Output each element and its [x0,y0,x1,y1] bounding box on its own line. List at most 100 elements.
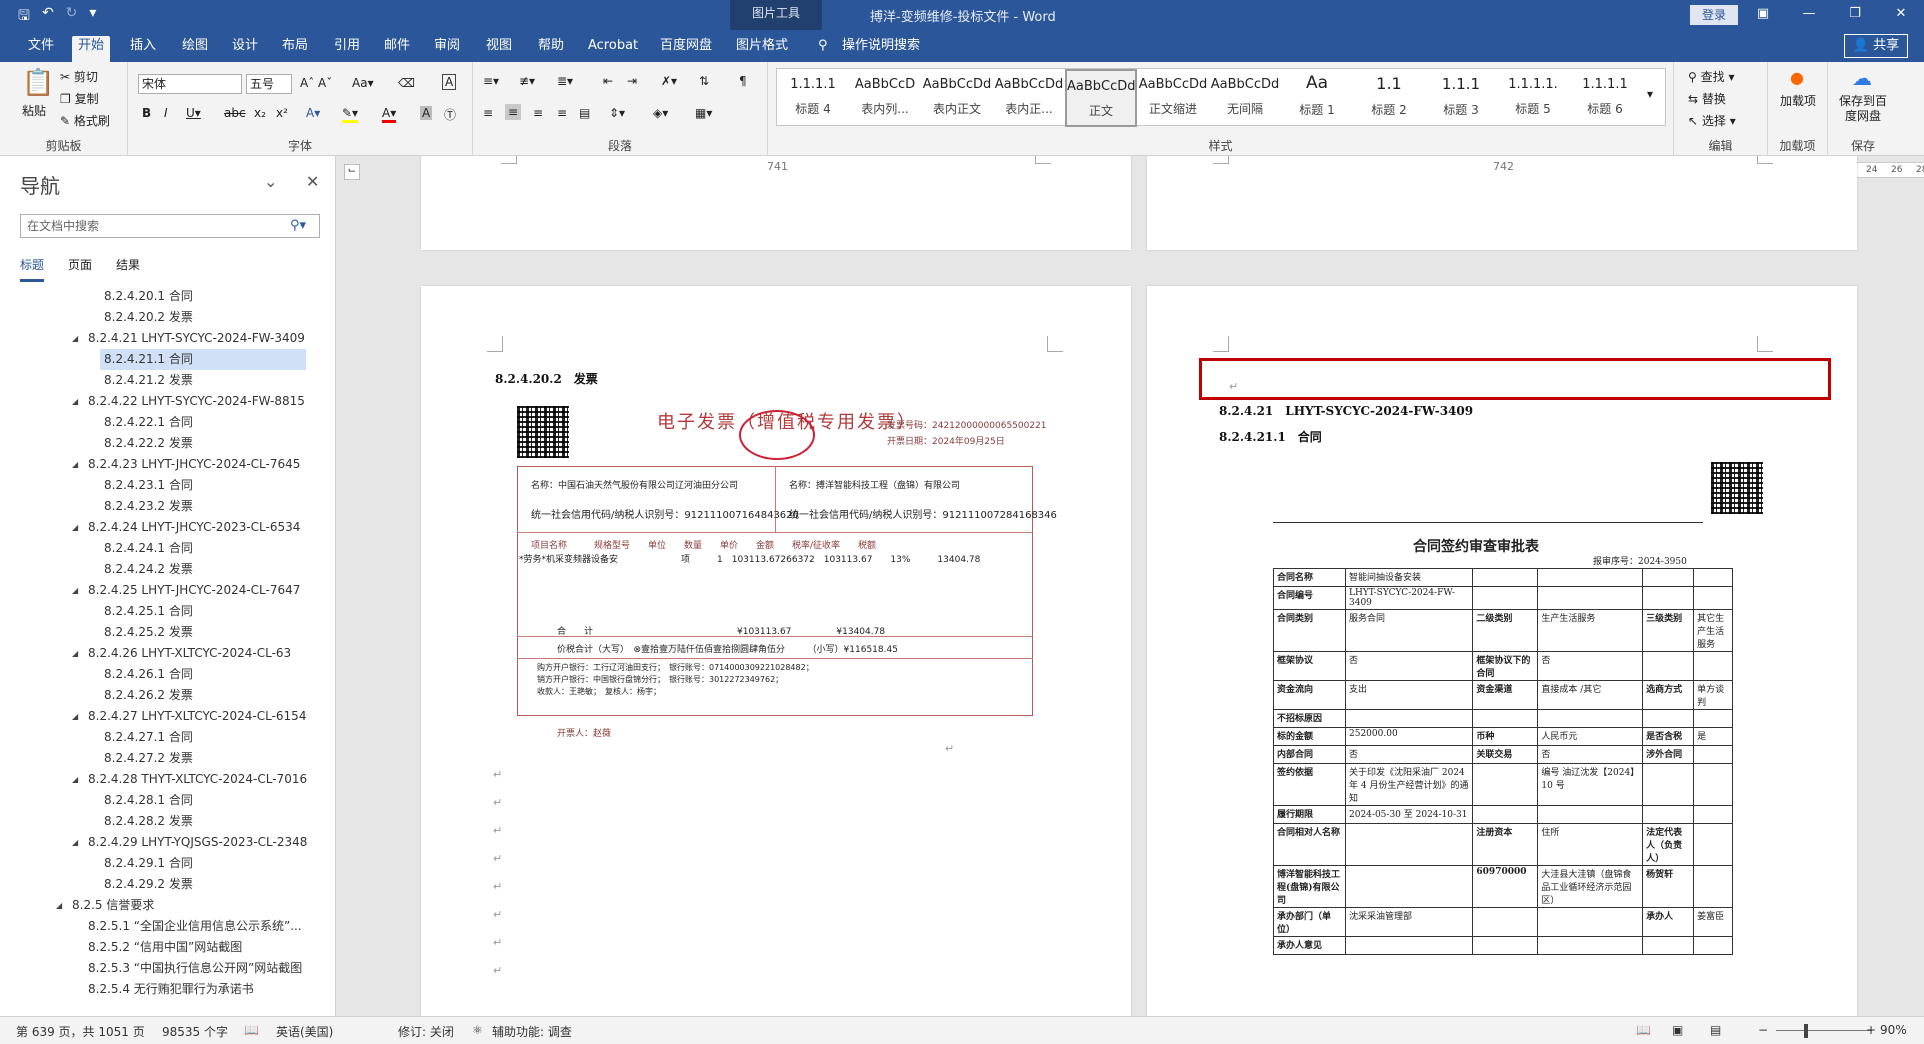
clear-format-icon[interactable]: ⌫ [398,76,415,90]
align-right-icon[interactable]: ≡ [533,106,543,120]
expand-triangle-icon[interactable]: ◢ [72,832,78,853]
heading-8-2-4-20-2[interactable]: 8.2.4.20.2 发票 [495,370,598,387]
status-accessibility[interactable]: 辅助功能: 调查 [492,1023,572,1040]
style-normal[interactable]: AaBbCcDd 正文 [1065,69,1137,127]
distributed-icon[interactable]: ▤ [579,106,590,120]
print-layout-icon[interactable]: ▣ [1672,1023,1683,1037]
nav-item[interactable]: 8.2.4.24.1 合同 [0,538,336,559]
nav-item[interactable]: 8.2.4.26.2 发票 [0,685,336,706]
style-heading2[interactable]: 1.1 标题 2 [1353,69,1425,127]
accessibility-icon[interactable]: ⚛ [472,1023,483,1037]
style-no-spacing[interactable]: AaBbCcDd 无间隔 [1209,69,1281,127]
nav-item[interactable]: 8.2.4.23.1 合同 [0,475,336,496]
invoice-image[interactable]: 电子发票（增值税专用发票） 发票号码：24212000000065500221 … [517,406,1057,739]
select-button[interactable]: ↖ 选择 ▾ [1688,112,1736,129]
char-border-icon[interactable]: A [442,74,457,90]
paste-button[interactable]: 粘贴 [22,102,46,119]
style-heading4[interactable]: 1.1.1.1 标题 4 [777,69,849,127]
read-mode-icon[interactable]: 📖 [1636,1023,1651,1037]
cut-button[interactable]: ✂ 剪切 [60,68,98,85]
expand-triangle-icon[interactable]: ◢ [72,391,78,412]
copy-button[interactable]: ❐ 复制 [60,90,99,107]
enclose-char-icon[interactable]: Ⓣ [444,106,456,123]
tab-review[interactable]: 审阅 [428,36,466,62]
login-button[interactable]: 登录 [1690,5,1738,25]
nav-item[interactable]: 8.2.5.3 “中国执行信息公开网”网站截图 [0,958,336,979]
sort-icon[interactable]: ⇅ [699,74,709,88]
save-to-baidu-button[interactable]: 保存到百度网盘 [1834,94,1892,124]
tab-draw[interactable]: 绘图 [176,36,214,62]
style-heading1[interactable]: Aa 标题 1 [1281,69,1353,127]
nav-item[interactable]: 8.2.4.28.2 发票 [0,811,336,832]
nav-item[interactable]: 8.2.4.25.1 合同 [0,601,336,622]
status-language[interactable]: 英语(美国) [276,1023,333,1040]
bullets-icon[interactable]: ≡▾ [483,74,499,88]
close-icon[interactable]: ✕ [306,172,319,191]
expand-triangle-icon[interactable]: ◢ [72,643,78,664]
zoom-in-icon[interactable]: + [1866,1023,1876,1037]
nav-item[interactable]: 8.2.4.22.2 发票 [0,433,336,454]
expand-triangle-icon[interactable]: ◢ [72,706,78,727]
status-words[interactable]: 98535 个字 [162,1023,228,1040]
font-size-combo[interactable]: 五号 [246,74,292,94]
proofing-icon[interactable]: 📖 [244,1023,259,1037]
style-table-body[interactable]: AaBbCcDd 表内正文 [921,69,993,127]
style-normal-indent[interactable]: AaBbCcDd 正文缩进 [1137,69,1209,127]
tab-file[interactable]: 文件 [22,36,60,62]
cloud-icon[interactable]: ☁ [1852,66,1872,90]
nav-item[interactable]: 8.2.4.20.2 发票 [0,307,336,328]
restore-icon[interactable]: ❐ [1832,0,1878,30]
font-name-combo[interactable]: 宋体 [138,74,242,94]
align-left-icon[interactable]: ≡ [483,106,493,120]
show-marks-icon[interactable]: ¶ [739,74,747,88]
tab-baidu[interactable]: 百度网盘 [654,36,718,62]
line-spacing-icon[interactable]: ⇕▾ [609,106,625,120]
change-case-icon[interactable]: Aa▾ [352,76,374,90]
borders-icon[interactable]: ▦▾ [695,106,712,120]
chinese-layout-icon[interactable]: ✗▾ [661,74,677,88]
tab-view[interactable]: 视图 [480,36,518,62]
multilevel-list-icon[interactable]: ≣▾ [557,74,573,88]
expand-triangle-icon[interactable]: ◢ [72,517,78,538]
text-effects-icon[interactable]: A▾ [306,106,320,120]
increase-indent-icon[interactable]: ⇥ [627,74,637,88]
highlight-icon[interactable]: ✎▾ [342,106,359,123]
bold-icon[interactable]: B [142,106,151,120]
minimize-icon[interactable]: — [1786,0,1832,30]
expand-triangle-icon[interactable]: ◢ [56,895,62,916]
save-icon[interactable]: 🖫 [18,5,30,29]
tab-home[interactable]: 开始 [72,36,111,62]
justify-icon[interactable]: ≡ [557,106,567,120]
nav-item[interactable]: 8.2.4.26.1 合同 [0,664,336,685]
nav-item[interactable]: 8.2.4.24.2 发票 [0,559,336,580]
subscript-icon[interactable]: x₂ [254,106,266,120]
heading-8-2-4-21-1[interactable]: 8.2.4.21.1 合同 [1219,428,1322,445]
tab-layout[interactable]: 布局 [276,36,314,62]
format-painter-button[interactable]: ✎ 格式刷 [60,112,110,129]
nav-item[interactable]: 8.2.4.27.1 合同 [0,727,336,748]
nav-item[interactable]: ◢ 8.2.4.23 LHYT-JHCYC-2024-CL-7645 [0,454,336,475]
nav-item[interactable]: 8.2.5.4 无行贿犯罪行为承诺书 [0,979,336,1000]
italic-icon[interactable]: I [164,106,168,120]
tell-me-search[interactable]: 操作说明搜索 [836,36,926,62]
expand-triangle-icon[interactable]: ◢ [72,580,78,601]
status-track-changes[interactable]: 修订: 关闭 [398,1023,454,1040]
decrease-indent-icon[interactable]: ⇤ [603,74,613,88]
find-button[interactable]: ⚲ 查找 ▾ [1688,68,1734,85]
style-table-body2[interactable]: AaBbCcDd 表内正... [993,69,1065,127]
superscript-icon[interactable]: x² [276,106,288,120]
tab-stop-selector[interactable]: ⌙ [344,164,360,180]
nav-item[interactable]: ◢ 8.2.4.22 LHYT-SYCYC-2024-FW-8815 [0,391,336,412]
nav-item[interactable]: 8.2.4.25.2 发票 [0,622,336,643]
styles-more-icon[interactable]: ▾ [1647,87,1653,101]
nav-scrollbar[interactable] [324,286,334,1006]
close-icon[interactable]: ✕ [1878,0,1924,30]
search-icon[interactable]: ⚲▾ [290,218,306,233]
chevron-down-icon[interactable]: ⌄ [264,172,277,191]
tab-picture-format[interactable]: 图片格式 [730,36,794,62]
web-layout-icon[interactable]: ▤ [1710,1023,1721,1037]
expand-triangle-icon[interactable]: ◢ [72,328,78,349]
zoom-level[interactable]: 90% [1880,1023,1907,1037]
strikethrough-icon[interactable]: abc [224,106,246,120]
nav-item[interactable]: ◢ 8.2.4.24 LHYT-JHCYC-2023-CL-6534 [0,517,336,538]
